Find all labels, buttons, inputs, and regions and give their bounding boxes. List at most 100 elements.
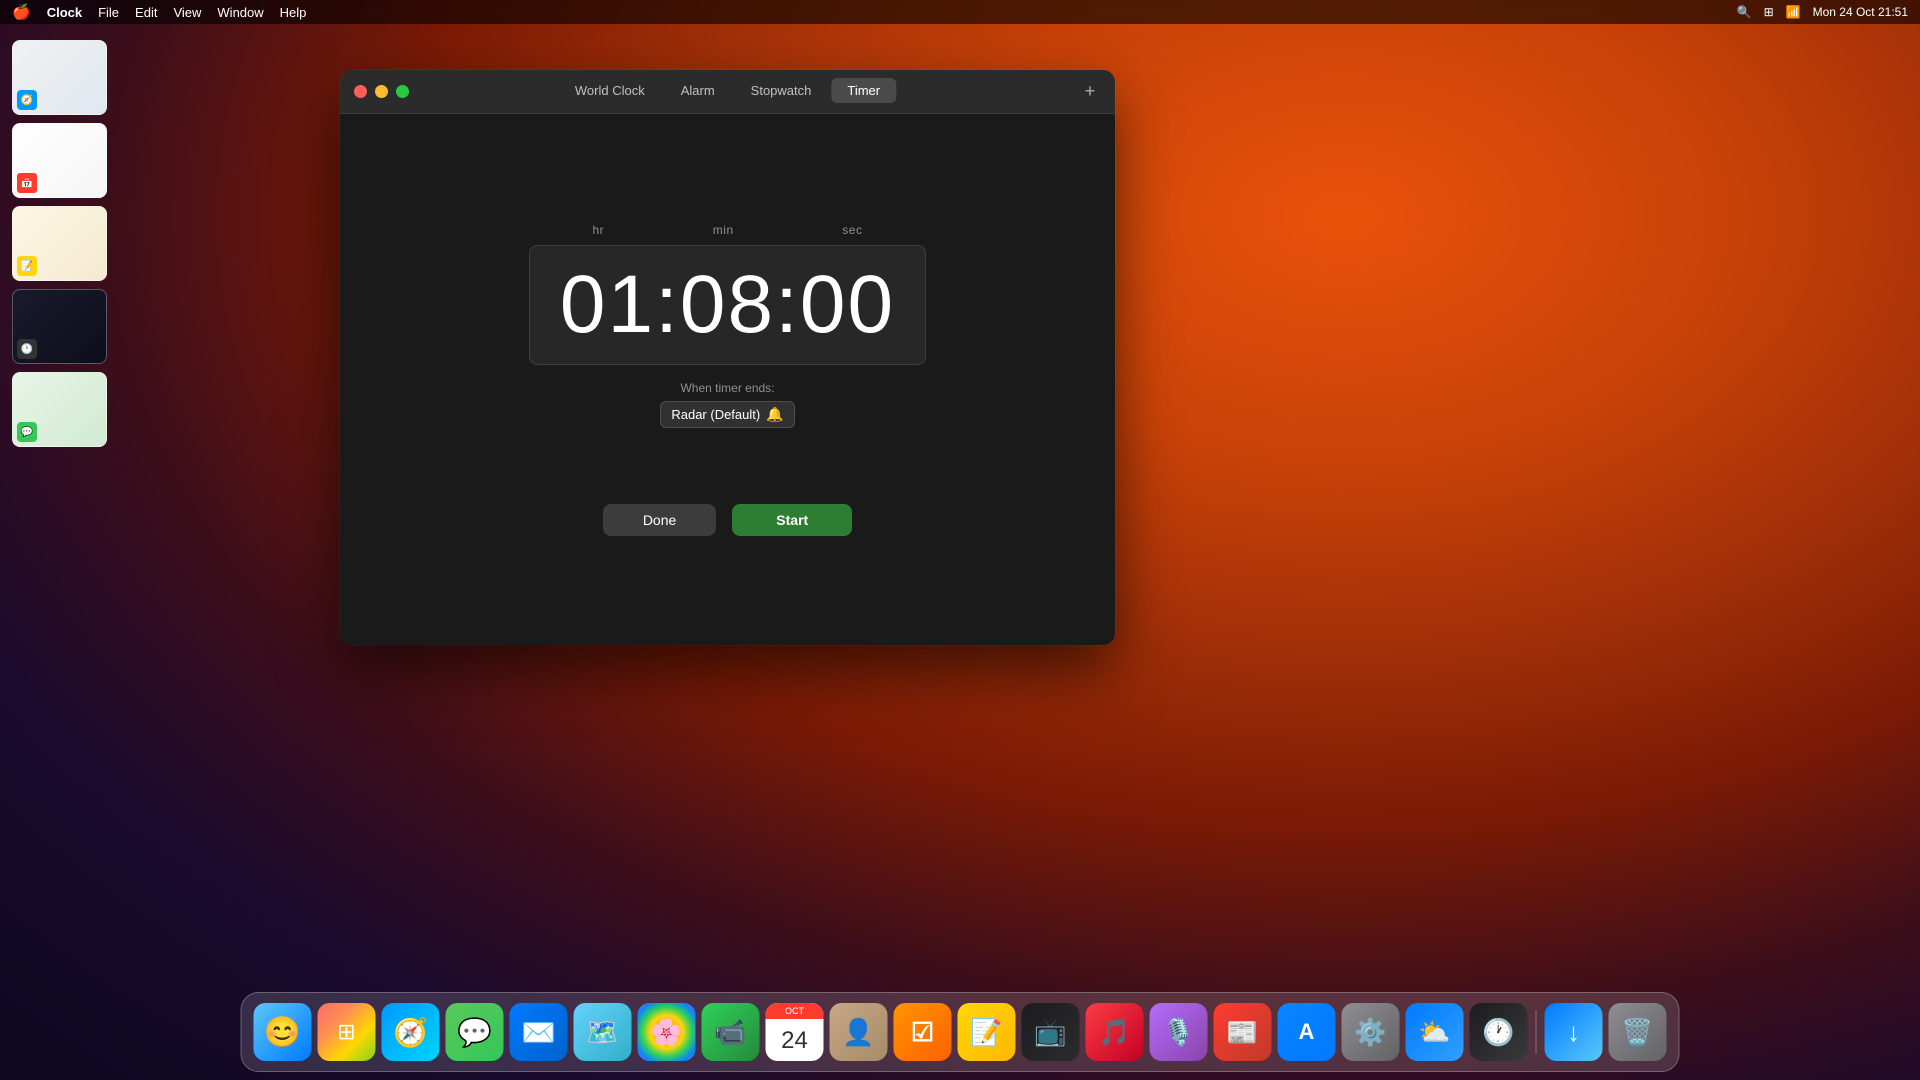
- timer-buttons: Done Start: [603, 504, 852, 536]
- contacts-icon: 👤: [842, 1017, 874, 1048]
- dock-item-finder[interactable]: 😊: [254, 1003, 312, 1061]
- calendar-month: OCT: [766, 1003, 824, 1019]
- thumbnail-messages[interactable]: 💬: [12, 372, 107, 447]
- appstore-icon: A: [1299, 1019, 1315, 1045]
- timer-section: hr min sec 01:08:00: [529, 223, 926, 365]
- thumbnail-safari[interactable]: 🧭: [12, 40, 107, 115]
- dock-item-clock[interactable]: 🕐: [1470, 1003, 1528, 1061]
- dock-item-news[interactable]: 📰: [1214, 1003, 1272, 1061]
- photos-icon: 🌸: [650, 1017, 682, 1048]
- dock: 😊 ⊞ 🧭 💬 ✉️ 🗺️ 🌸 📹 OCT 24 👤 ☑ 📝 �: [241, 992, 1680, 1072]
- menubar-wifi-icon[interactable]: 📶: [1786, 5, 1801, 19]
- menubar-view[interactable]: View: [173, 5, 201, 20]
- dock-item-systemprefs[interactable]: ⚙️: [1342, 1003, 1400, 1061]
- window-content: hr min sec 01:08:00 When timer ends: Rad…: [340, 114, 1115, 645]
- news-icon: 📰: [1226, 1017, 1258, 1048]
- tab-stopwatch[interactable]: Stopwatch: [735, 78, 828, 103]
- dock-item-launchpad[interactable]: ⊞: [318, 1003, 376, 1061]
- menubar-edit[interactable]: Edit: [135, 5, 157, 20]
- timer-sound-selector[interactable]: Radar (Default) 🔔: [660, 401, 794, 428]
- done-button[interactable]: Done: [603, 504, 716, 536]
- messages-icon: 💬: [457, 1016, 492, 1049]
- start-button[interactable]: Start: [732, 504, 852, 536]
- thumbnail-calendar[interactable]: 📅: [12, 123, 107, 198]
- thumbnail-clock-icon: 🕐: [17, 339, 37, 359]
- apple-menu[interactable]: 🍎: [12, 3, 31, 21]
- airdrop-icon: ↓: [1567, 1017, 1580, 1048]
- timer-ends-section: When timer ends: Radar (Default) 🔔: [660, 381, 794, 428]
- timer-labels: hr min sec: [572, 223, 882, 237]
- window-controls: [354, 85, 409, 98]
- dock-item-maps[interactable]: 🗺️: [574, 1003, 632, 1061]
- dock-item-calendar[interactable]: OCT 24: [766, 1003, 824, 1061]
- thumbnail-notes[interactable]: 📝: [12, 206, 107, 281]
- menubar-right: 🔍 ⊞ 📶 Mon 24 Oct 21:51: [1737, 5, 1908, 19]
- appletv-icon: 📺: [1034, 1017, 1066, 1048]
- sec-label: sec: [842, 223, 862, 237]
- trash-icon: 🗑️: [1621, 1017, 1653, 1048]
- menubar-search-icon[interactable]: 🔍: [1737, 5, 1752, 19]
- dock-item-appstore[interactable]: A: [1278, 1003, 1336, 1061]
- dock-item-appletv[interactable]: 📺: [1022, 1003, 1080, 1061]
- tab-world-clock[interactable]: World Clock: [559, 78, 661, 103]
- add-button[interactable]: +: [1079, 81, 1101, 103]
- thumbnail-calendar-icon: 📅: [17, 173, 37, 193]
- dock-item-notes[interactable]: 📝: [958, 1003, 1016, 1061]
- dock-item-photos[interactable]: 🌸: [638, 1003, 696, 1061]
- close-button[interactable]: [354, 85, 367, 98]
- menubar-datetime[interactable]: Mon 24 Oct 21:51: [1813, 5, 1908, 19]
- clock-app-icon: 🕐: [1482, 1017, 1514, 1048]
- dock-item-facetime[interactable]: 📹: [702, 1003, 760, 1061]
- menubar-app-name[interactable]: Clock: [47, 5, 82, 20]
- weather-icon: ⛅: [1418, 1017, 1450, 1048]
- dock-item-contacts[interactable]: 👤: [830, 1003, 888, 1061]
- timer-display[interactable]: 01:08:00: [529, 245, 926, 365]
- dock-item-safari[interactable]: 🧭: [382, 1003, 440, 1061]
- menubar-left: 🍎 Clock File Edit View Window Help: [12, 3, 306, 21]
- menubar-controlcenter-icon[interactable]: ⊞: [1764, 5, 1774, 19]
- calendar-day: 24: [781, 1019, 808, 1061]
- finder-icon: 😊: [264, 1015, 301, 1050]
- dock-separator: [1536, 1010, 1537, 1054]
- min-label: min: [713, 223, 734, 237]
- dock-item-messages[interactable]: 💬: [446, 1003, 504, 1061]
- safari-icon: 🧭: [393, 1016, 428, 1049]
- dock-item-airdrop[interactable]: ↓: [1545, 1003, 1603, 1061]
- desktop-thumbnails: 🧭 📅 📝 🕐 💬: [12, 40, 107, 447]
- window-titlebar: World Clock Alarm Stopwatch Timer +: [340, 70, 1115, 114]
- dock-item-reminders[interactable]: ☑: [894, 1003, 952, 1061]
- music-icon: 🎵: [1098, 1017, 1130, 1048]
- thumbnail-safari-icon: 🧭: [17, 90, 37, 110]
- menubar-file[interactable]: File: [98, 5, 119, 20]
- dock-item-podcasts[interactable]: 🎙️: [1150, 1003, 1208, 1061]
- menubar: 🍎 Clock File Edit View Window Help 🔍 ⊞ 📶…: [0, 0, 1920, 24]
- hr-label: hr: [592, 223, 604, 237]
- timer-digits: 01:08:00: [560, 264, 895, 346]
- menubar-window[interactable]: Window: [217, 5, 263, 20]
- maps-icon: 🗺️: [586, 1017, 618, 1048]
- minimize-button[interactable]: [375, 85, 388, 98]
- thumbnail-clock[interactable]: 🕐: [12, 289, 107, 364]
- dock-item-mail[interactable]: ✉️: [510, 1003, 568, 1061]
- tab-alarm[interactable]: Alarm: [665, 78, 731, 103]
- thumbnail-messages-icon: 💬: [17, 422, 37, 442]
- podcasts-icon: 🎙️: [1162, 1017, 1194, 1048]
- timer-sound-text: Radar (Default): [671, 407, 760, 422]
- notes-icon: 📝: [970, 1017, 1002, 1048]
- maximize-button[interactable]: [396, 85, 409, 98]
- dock-item-music[interactable]: 🎵: [1086, 1003, 1144, 1061]
- launchpad-icon: ⊞: [337, 1019, 355, 1045]
- systemprefs-icon: ⚙️: [1354, 1017, 1386, 1048]
- reminders-icon: ☑: [911, 1017, 934, 1048]
- menubar-help[interactable]: Help: [280, 5, 307, 20]
- clock-window: World Clock Alarm Stopwatch Timer + hr m…: [340, 70, 1115, 645]
- tab-bar: World Clock Alarm Stopwatch Timer: [559, 78, 896, 103]
- dock-item-trash[interactable]: 🗑️: [1609, 1003, 1667, 1061]
- timer-sound-emoji: 🔔: [766, 406, 783, 423]
- facetime-icon: 📹: [714, 1017, 746, 1048]
- dock-item-weather[interactable]: ⛅: [1406, 1003, 1464, 1061]
- tab-timer[interactable]: Timer: [831, 78, 896, 103]
- thumbnail-notes-icon: 📝: [17, 256, 37, 276]
- mail-icon: ✉️: [521, 1016, 556, 1049]
- timer-ends-label: When timer ends:: [680, 381, 774, 395]
